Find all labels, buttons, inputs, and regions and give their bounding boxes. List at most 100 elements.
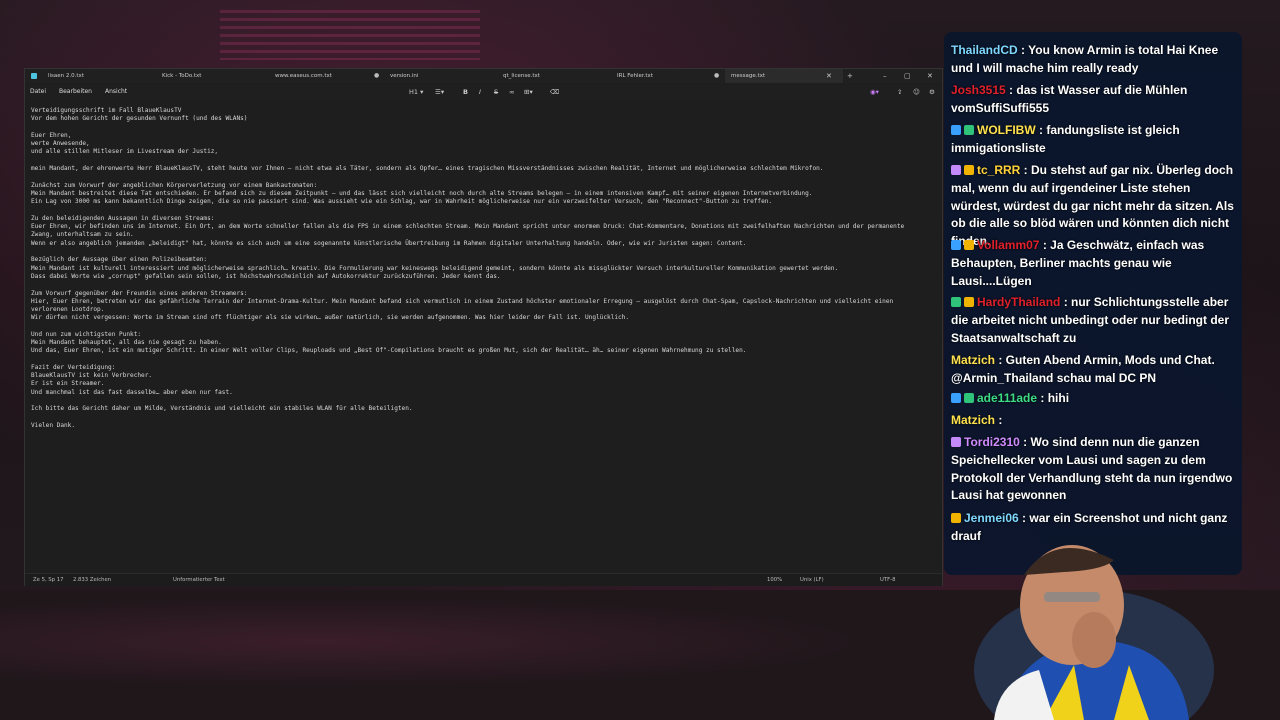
italic-icon[interactable]: I (479, 85, 481, 99)
chat-text: : hihi (1037, 391, 1070, 405)
editor-line: werte Anwesende, (31, 140, 90, 148)
chat-username[interactable]: WOLFIBW (977, 123, 1036, 137)
tab-lisaen[interactable]: lisaen 2.0.txt (48, 69, 158, 83)
editor-line: Und manchmal ist das fast dasselbe… aber… (31, 388, 233, 396)
chat-message: Tordi2310 : Wo sind denn nun die ganzen … (951, 434, 1237, 505)
menu-bar: Datei Bearbeiten Ansicht H1 ▾ ☰▾ B I S ∞… (25, 85, 942, 99)
tab-easeus[interactable]: www.easeus.com.txt (275, 69, 385, 83)
tab-label: qt_license.txt (503, 73, 540, 79)
editor-line: Mein Mandant bestreitet diese Tat entsch… (31, 190, 813, 198)
chat-username[interactable]: Matzich (951, 413, 995, 427)
chat-message: HardyThailand : nur Schlichtungsstelle a… (951, 294, 1237, 347)
tab-label: IRL Fehler.txt (617, 73, 653, 79)
chat-message: Matzich : (951, 412, 1237, 430)
gear-icon[interactable]: ⚙ (929, 85, 935, 99)
line-ending[interactable]: Unix (LF) (800, 574, 824, 586)
close-window-icon[interactable]: ✕ (927, 69, 933, 83)
text-editor-area[interactable]: Verteidigungsschrift im Fall BlaueKlausT… (31, 107, 936, 430)
tab-kick-todo[interactable]: Kick - ToDo.txt (162, 69, 267, 83)
tab-bar: lisaen 2.0.txt Kick - ToDo.txt www.easeu… (25, 69, 942, 83)
heading-select-value: H1 (409, 88, 419, 96)
table-icon[interactable]: ⊞▾ (524, 85, 533, 99)
editor-line: verlorenen Lootdrop. (31, 305, 105, 313)
cursor-position: Ze 5, Sp 17 (33, 577, 64, 583)
tab-label: www.easeus.com.txt (275, 73, 332, 79)
editor-line: Bezüglich der Aussage über einen Polizei… (31, 256, 208, 264)
chat-message: WOLFIBW : fandungsliste ist gleich immig… (951, 122, 1237, 158)
editor-line: Zu den beleidigenden Aussagen in diverse… (31, 215, 215, 223)
user-icon[interactable]: ☺ (913, 85, 920, 99)
chat-message: Matzich : Guten Abend Armin, Mods und Ch… (951, 352, 1237, 388)
notepad-app-icon (31, 73, 37, 79)
chat-badge-icon (964, 393, 974, 403)
unsaved-dot-icon: ● (714, 72, 720, 79)
chat-badge-icon (951, 297, 961, 307)
chat-text: : (995, 413, 1003, 427)
editor-line: Und nun zum wichtigsten Punkt: (31, 330, 142, 338)
menu-bearbeiten[interactable]: Bearbeiten (59, 85, 92, 99)
tab-version-ini[interactable]: version.ini (390, 69, 490, 83)
chat-username[interactable]: Tordi2310 (964, 435, 1020, 449)
copilot-icon[interactable]: ◉▾ (870, 85, 879, 99)
notepad-window: lisaen 2.0.txt Kick - ToDo.txt www.easeu… (24, 68, 943, 586)
encoding[interactable]: UTF-8 (880, 574, 895, 586)
editor-line: Er ist ein Streamer. (31, 380, 105, 388)
text-format[interactable]: Unformatierter Text (173, 574, 225, 586)
chat-username[interactable]: tc_RRR (977, 163, 1020, 177)
share-icon[interactable]: ⇪ (897, 85, 902, 99)
new-tab-button[interactable]: + (847, 69, 853, 83)
chat-username[interactable]: Jenmei06 (964, 511, 1019, 525)
tab-qt-license[interactable]: qt_license.txt (503, 69, 613, 83)
chat-username[interactable]: HardyThailand (977, 295, 1060, 309)
zoom-level[interactable]: 100% (767, 574, 782, 586)
chat-badge-icon (964, 165, 974, 175)
list-icon[interactable]: ☰▾ (435, 85, 444, 99)
tab-label: lisaen 2.0.txt (48, 73, 84, 79)
menu-ansicht[interactable]: Ansicht (105, 85, 127, 99)
close-tab-icon[interactable]: ✕ (826, 69, 832, 83)
editor-line: Mein Mandant ist kulturell interessiert … (31, 264, 839, 272)
chat-message: ThailandCD : You know Armin is total Hai… (951, 42, 1237, 78)
editor-line: Ein Lag von 3000 ms kann bekanntlich Din… (31, 198, 773, 206)
editor-line: Hier, Euer Ehren, betreten wir das gefäh… (31, 297, 894, 305)
status-bar: Ze 5, Sp 17 2.833 Zeichen Unformatierter… (25, 573, 942, 586)
menu-datei[interactable]: Datei (30, 85, 46, 99)
chat-username[interactable]: Matzich (951, 353, 995, 367)
chat-badge-icon (951, 125, 961, 135)
chat-username[interactable]: Josh3515 (951, 83, 1006, 97)
editor-line: Zunächst zum Vorwurf der angeblichen Kör… (31, 181, 318, 189)
editor-line: Wenn er also angeblich jemanden „beleidi… (31, 239, 747, 247)
chat-badge-icon (951, 240, 961, 250)
char-count: 2.833 Zeichen (73, 577, 112, 583)
maximize-icon[interactable]: ▢ (904, 69, 911, 83)
chat-username[interactable]: ade111ade (977, 391, 1037, 405)
editor-line: Vielen Dank. (31, 422, 76, 430)
tab-irl-fehler[interactable]: IRL Fehler.txt (617, 69, 717, 83)
heading-select[interactable]: H1 ▾ (409, 85, 423, 99)
editor-line: Euer Ehren, wir befinden uns im Internet… (31, 223, 905, 231)
chat-username[interactable]: Vollamm07 (977, 238, 1039, 252)
bold-icon[interactable]: B (463, 85, 468, 99)
unsaved-dot-icon: ● (374, 72, 380, 79)
editor-line: Mein Mandant behauptet, all das nie gesa… (31, 339, 222, 347)
editor-line: Wir dürfen nicht vergessen: Worte im Str… (31, 314, 630, 322)
webcam-overlay (974, 545, 1214, 720)
chat-overlay: ThailandCD : You know Armin is total Hai… (944, 32, 1242, 575)
editor-line: Euer Ehren, (31, 131, 72, 139)
clear-format-icon[interactable]: ⌫ (550, 85, 559, 99)
chat-message: ade111ade : hihi (951, 390, 1237, 408)
editor-line: und alle stillen Mitleser im Livestream … (31, 148, 219, 156)
chat-badge-icon (964, 125, 974, 135)
chat-username[interactable]: ThailandCD (951, 43, 1018, 57)
link-icon[interactable]: ∞ (509, 85, 514, 99)
editor-line: mein Mandant, der ehrenwerte Herr BlaueK… (31, 165, 824, 173)
strikethrough-icon[interactable]: S (494, 85, 498, 99)
minimize-icon[interactable]: – (883, 69, 887, 83)
